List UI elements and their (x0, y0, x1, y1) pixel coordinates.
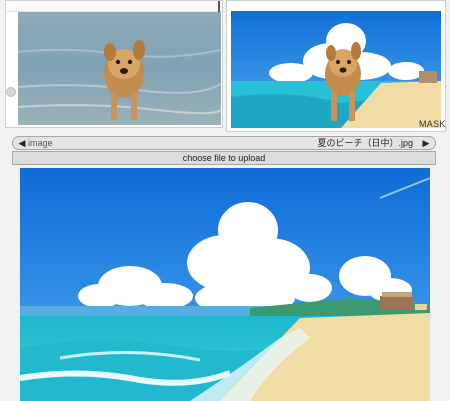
image-selector[interactable]: ◀ image 夏のビーチ（日中）.jpg ▶ (12, 136, 436, 150)
beach-image-preview (20, 168, 430, 401)
composite-panel: MASK (226, 0, 446, 132)
image-field-label: image (28, 138, 53, 148)
choose-file-button[interactable]: choose file to upload (12, 151, 436, 165)
composite-image (231, 11, 441, 128)
image-filename: 夏のビーチ（日中）.jpg (317, 138, 413, 148)
panel-header-bar (6, 1, 222, 12)
scroll-handle[interactable] (6, 87, 16, 97)
dog-image (18, 12, 221, 125)
triangle-right-icon[interactable]: ▶ (419, 137, 433, 149)
dog-image-panel (5, 0, 223, 128)
mask-label: MASK (419, 119, 446, 129)
triangle-left-icon[interactable]: ◀ (15, 137, 29, 149)
